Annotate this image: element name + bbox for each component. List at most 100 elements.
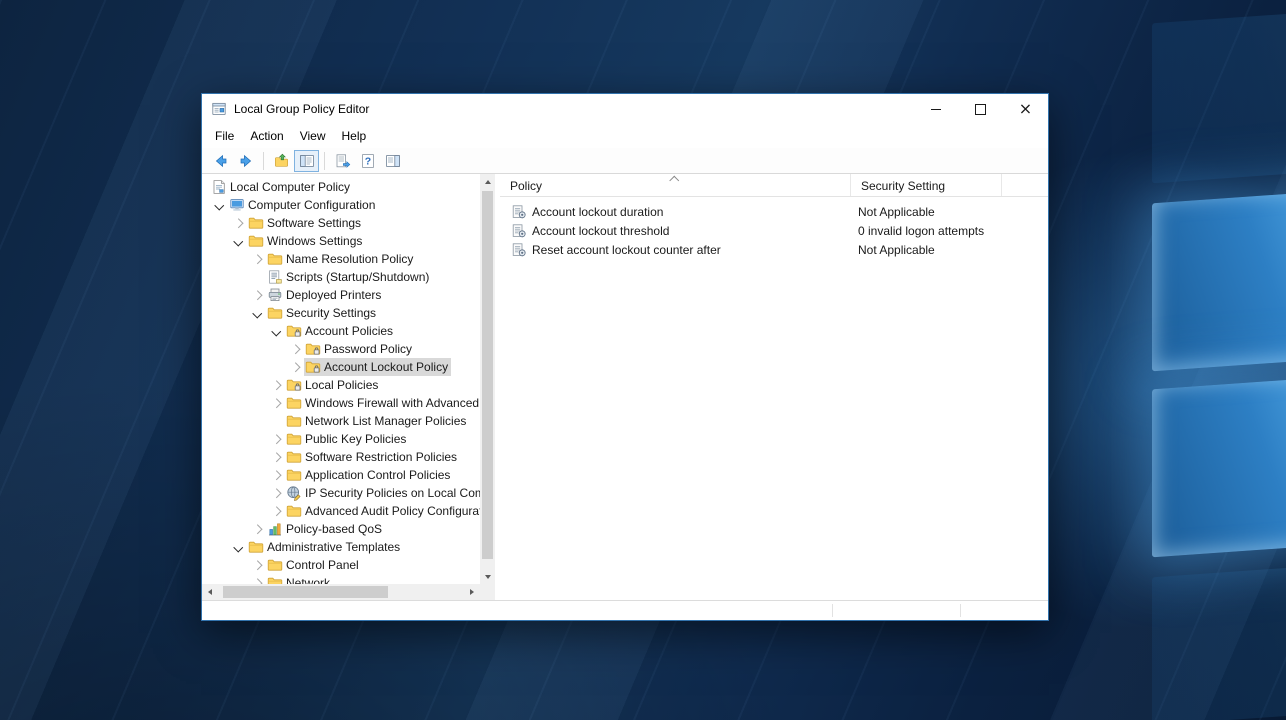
toolbar-separator (263, 152, 264, 170)
tree-item-label: Account Lockout Policy (324, 358, 448, 376)
tree-item-account-lockout-policy[interactable]: Account Lockout Policy (202, 358, 480, 376)
tree-item-policy-based-qos[interactable]: Policy-based QoS (202, 520, 480, 538)
column-header-security-setting[interactable]: Security Setting (851, 174, 1002, 196)
up-one-level-button[interactable] (269, 150, 294, 172)
tree-item-security-settings[interactable]: Security Settings (202, 304, 480, 322)
tree-node-content: Control Panel (266, 556, 362, 574)
tree-item-name-resolution-policy[interactable]: Name Resolution Policy (202, 250, 480, 268)
collapse-chevron-icon[interactable] (248, 304, 266, 322)
tree-horizontal-scrollbar[interactable] (202, 584, 480, 600)
expand-chevron-icon[interactable] (267, 394, 285, 412)
tree-node-content: Application Control Policies (285, 466, 453, 484)
svg-text:?: ? (364, 155, 370, 167)
tree-node-content: Security Settings (266, 304, 379, 322)
tree-item-deployed-printers[interactable]: Deployed Printers (202, 286, 480, 304)
folder-icon (248, 233, 264, 249)
policy-row[interactable]: Account lockout durationNot Applicable (500, 202, 1048, 221)
policy-name-cell: Account lockout threshold (500, 223, 851, 239)
menu-item-view[interactable]: View (292, 126, 334, 146)
tree-item-windows-firewall-with-advanced-security[interactable]: Windows Firewall with Advanced Security (202, 394, 480, 412)
back-button[interactable] (208, 150, 233, 172)
export-list-button[interactable] (330, 150, 355, 172)
close-icon: × (1019, 101, 1032, 117)
collapse-chevron-icon[interactable] (267, 322, 285, 340)
expand-chevron-icon[interactable] (267, 484, 285, 502)
scroll-down-button[interactable] (480, 569, 495, 584)
tree-item-control-panel[interactable]: Control Panel (202, 556, 480, 574)
vertical-scroll-track[interactable] (480, 189, 495, 569)
tree-item-application-control-policies[interactable]: Application Control Policies (202, 466, 480, 484)
expand-chevron-icon[interactable] (286, 340, 304, 358)
expand-chevron-icon[interactable] (286, 358, 304, 376)
minimize-button[interactable] (913, 94, 958, 124)
expand-chevron-icon[interactable] (248, 286, 266, 304)
collapse-chevron-icon[interactable] (229, 232, 247, 250)
expand-chevron-icon[interactable] (267, 448, 285, 466)
scroll-up-button[interactable] (480, 174, 495, 189)
horizontal-scroll-thumb[interactable] (223, 586, 388, 598)
forward-button[interactable] (233, 150, 258, 172)
tree-item-network[interactable]: Network (202, 574, 480, 584)
folder-icon (286, 503, 302, 519)
tree-item-label: Application Control Policies (305, 466, 450, 484)
policy-name: Account lockout threshold (532, 224, 669, 238)
maximize-button[interactable] (958, 94, 1003, 124)
menu-item-action[interactable]: Action (242, 126, 291, 146)
tree-node-content: Network List Manager Policies (285, 412, 469, 430)
policy-row[interactable]: Account lockout threshold0 invalid logon… (500, 221, 1048, 240)
title-bar[interactable]: Local Group Policy Editor × (202, 94, 1048, 124)
tree-item-administrative-templates[interactable]: Administrative Templates (202, 538, 480, 556)
tree-item-local-policies[interactable]: Local Policies (202, 376, 480, 394)
expand-chevron-icon[interactable] (248, 574, 266, 584)
expand-chevron-icon[interactable] (267, 466, 285, 484)
scroll-up-icon (485, 180, 491, 184)
collapse-chevron-icon[interactable] (210, 196, 228, 214)
expand-chevron-icon[interactable] (248, 520, 266, 538)
chevron-glyph (252, 308, 261, 317)
menu-item-file[interactable]: File (207, 126, 242, 146)
show-console-tree-button[interactable] (294, 150, 319, 172)
expand-chevron-icon[interactable] (267, 502, 285, 520)
tree-item-software-settings[interactable]: Software Settings (202, 214, 480, 232)
tree-item-public-key-policies[interactable]: Public Key Policies (202, 430, 480, 448)
vertical-scroll-thumb[interactable] (482, 191, 493, 559)
expand-chevron-icon[interactable] (248, 250, 266, 268)
scroll-left-button[interactable] (202, 584, 218, 600)
expander-slot (267, 412, 285, 430)
tree-item-computer-configuration[interactable]: Computer Configuration (202, 196, 480, 214)
ipsec-icon (286, 485, 302, 501)
policy-row[interactable]: Reset account lockout counter afterNot A… (500, 240, 1048, 259)
tree-item-advanced-audit-policy-configuration[interactable]: Advanced Audit Policy Configuration (202, 502, 480, 520)
folder-icon (267, 305, 283, 321)
tree-item-scripts-startup-shutdown[interactable]: Scripts (Startup/Shutdown) (202, 268, 480, 286)
chevron-glyph (271, 488, 280, 497)
chevron-glyph (214, 200, 223, 209)
help-button[interactable]: ? (355, 150, 380, 172)
tree-item-account-policies[interactable]: Account Policies (202, 322, 480, 340)
windows-logo-pane (1152, 9, 1286, 184)
close-button[interactable]: × (1003, 94, 1048, 124)
tree-item-password-policy[interactable]: Password Policy (202, 340, 480, 358)
collapse-chevron-icon[interactable] (229, 538, 247, 556)
scroll-left-icon (208, 589, 212, 595)
tree-item-label: Software Restriction Policies (305, 448, 457, 466)
scroll-right-button[interactable] (464, 584, 480, 600)
tree-item-network-list-manager-policies[interactable]: Network List Manager Policies (202, 412, 480, 430)
menu-item-help[interactable]: Help (334, 126, 375, 146)
tree-item-software-restriction-policies[interactable]: Software Restriction Policies (202, 448, 480, 466)
expand-chevron-icon[interactable] (248, 556, 266, 574)
expand-chevron-icon[interactable] (229, 214, 247, 232)
expand-chevron-icon[interactable] (267, 430, 285, 448)
tree-node-content: Name Resolution Policy (266, 250, 416, 268)
tree-node-content: IP Security Policies on Local Computer (285, 484, 480, 502)
tree-node-content: Public Key Policies (285, 430, 409, 448)
tree-vertical-scrollbar[interactable] (480, 174, 495, 584)
show-action-pane-button[interactable] (380, 150, 405, 172)
chevron-glyph (271, 398, 280, 407)
horizontal-scroll-track[interactable] (218, 584, 464, 600)
tree-item-ip-security-policies-on-local-computer[interactable]: IP Security Policies on Local Computer (202, 484, 480, 502)
tree-item-windows-settings[interactable]: Windows Settings (202, 232, 480, 250)
tree-item-local-computer-policy[interactable]: Local Computer Policy (202, 178, 480, 196)
expand-chevron-icon[interactable] (267, 376, 285, 394)
tree-item-label: Local Computer Policy (230, 178, 350, 196)
